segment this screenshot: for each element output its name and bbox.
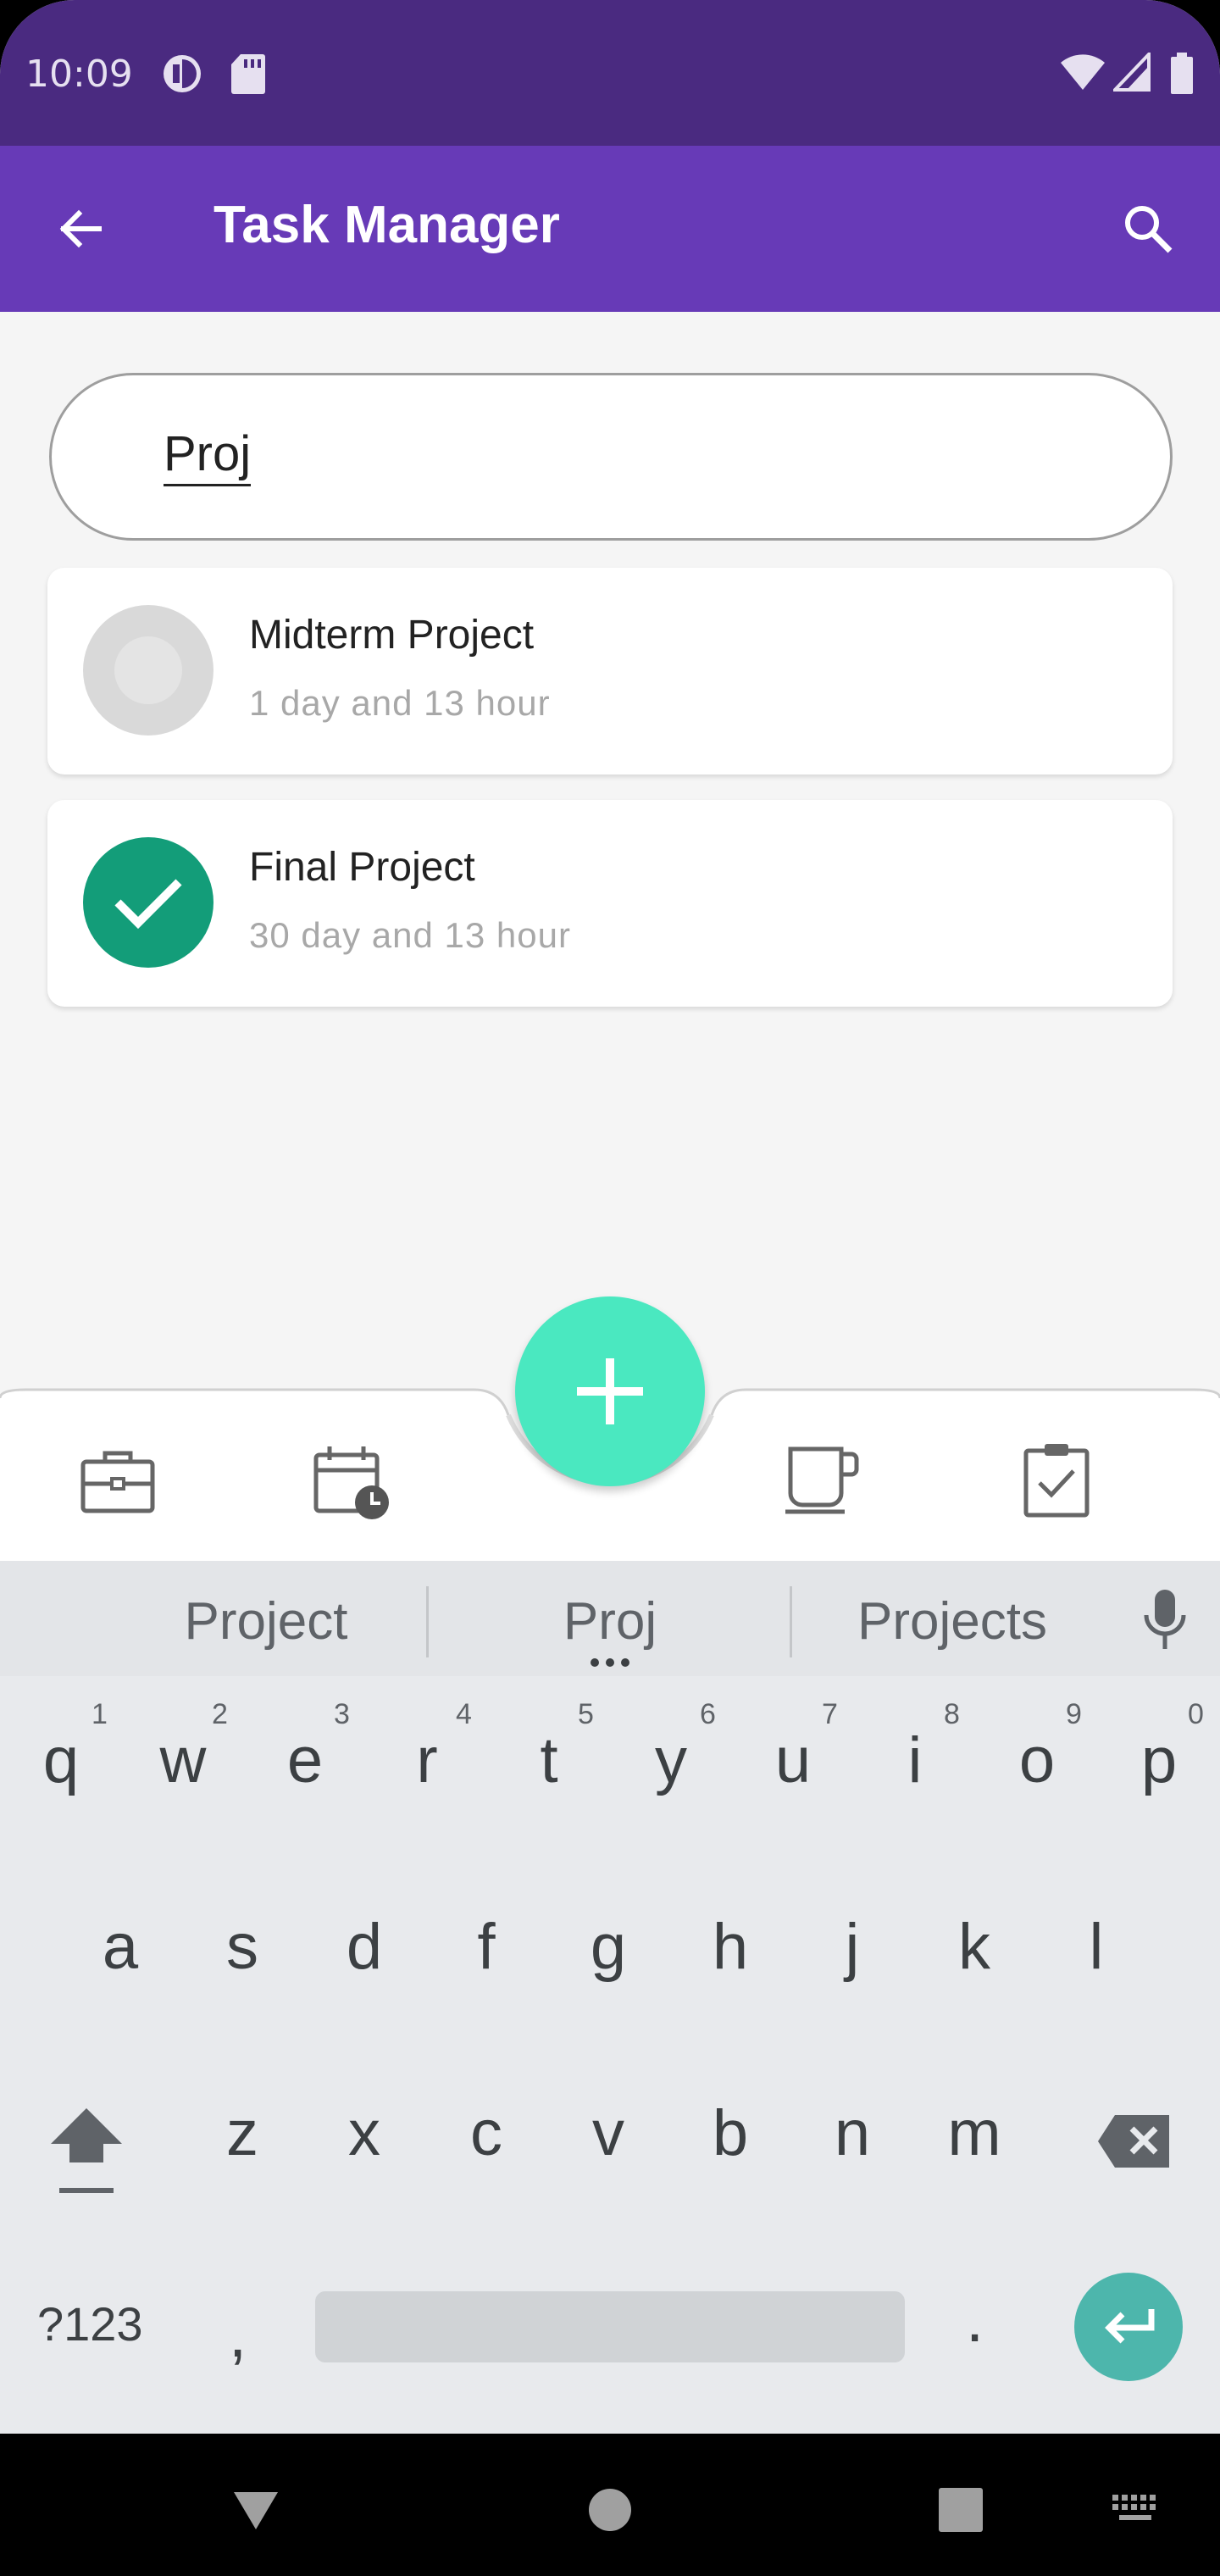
key-l[interactable]: l [1045,1910,1147,1984]
add-task-button[interactable] [515,1296,705,1486]
task-due: 1 day and 13 hour [249,683,551,723]
status-time: 10:09 [25,53,133,96]
calendar-clock-icon [313,1446,389,1519]
app-bar: Task Manager [0,146,1220,312]
circle-home-icon [589,2489,631,2531]
check-icon [114,879,182,930]
key-x[interactable]: x [313,2096,415,2170]
battery-icon [1169,53,1195,99]
key-g[interactable]: g [557,1910,659,1984]
wifi-icon [1059,53,1106,96]
shift-icon [51,2108,122,2193]
key-q[interactable]: q [10,1724,112,1797]
microphone-icon[interactable] [1140,1586,1190,1658]
data-saver-icon [161,53,203,99]
search-input-text[interactable]: Proj [164,426,252,486]
backspace-icon [1098,2115,1169,2168]
more-suggestions-indicator [586,1656,634,1667]
keyboard-switch-button[interactable] [1103,2476,1171,2544]
task-due: 30 day and 13 hour [249,915,571,955]
search-input[interactable]: Proj [49,373,1173,541]
soft-keyboard: Project Proj Projects 1 2 3 4 5 6 7 8 9 … [0,1561,1220,2434]
key-s[interactable]: s [191,1910,293,1984]
arrow-left-icon [59,209,102,248]
search-icon [1125,206,1173,253]
cell-signal-icon [1111,50,1151,96]
key-c[interactable]: c [435,2096,537,2170]
screen: 10:09 Task Manager Proj Midterm Project … [0,0,1220,2576]
enter-arrow-icon [1105,2309,1155,2344]
keyboard-icon [1112,2495,1156,2520]
key-period[interactable]: . [966,2283,984,2357]
back-button[interactable] [34,182,127,275]
symbols-key[interactable]: ?123 [37,2296,143,2351]
enter-key[interactable] [1074,2273,1183,2381]
key-a[interactable]: a [69,1910,171,1984]
task-status-pending[interactable] [83,605,214,736]
plus-icon [577,1358,643,1424]
key-v[interactable]: v [557,2096,659,2170]
briefcase-icon [80,1451,155,1513]
coffee-cup-icon [785,1446,859,1514]
key-z[interactable]: z [191,2096,293,2170]
system-nav-bar [0,2434,1220,2576]
key-w[interactable]: w [132,1724,234,1797]
nav-home-button[interactable] [576,2476,644,2544]
square-recents-icon [939,2488,983,2532]
clipboard-check-icon [1023,1444,1090,1518]
backspace-key[interactable] [1096,2113,1173,2174]
suggestion-3[interactable]: Projects [851,1591,1054,1652]
key-n[interactable]: n [801,2096,903,2170]
key-r[interactable]: r [376,1724,478,1797]
search-button[interactable] [1101,182,1195,275]
task-title: Final Project [249,845,475,890]
suggestion-1[interactable]: Project [181,1591,351,1652]
task-card-final[interactable]: Final Project 30 day and 13 hour [47,800,1173,1007]
page-title: Task Manager [214,196,560,254]
key-f[interactable]: f [435,1910,537,1984]
nav-recents-button[interactable] [927,2476,995,2544]
key-o[interactable]: o [986,1724,1088,1797]
nav-back-button[interactable] [222,2476,290,2544]
key-m[interactable]: m [923,2096,1025,2170]
suggestion-bar: Project Proj Projects [0,1561,1220,1676]
sd-card-icon [230,53,266,99]
key-t[interactable]: t [498,1724,600,1797]
nav-break[interactable] [775,1434,868,1527]
space-key[interactable] [315,2291,905,2362]
key-b[interactable]: b [679,2096,781,2170]
task-status-done[interactable] [83,837,214,968]
status-bar: 10:09 [0,0,1220,146]
nav-scheduled[interactable] [305,1434,398,1527]
key-comma[interactable]: , [229,2298,247,2372]
key-j[interactable]: j [801,1910,903,1984]
nav-completed[interactable] [1010,1434,1103,1527]
key-p[interactable]: p [1108,1724,1210,1797]
key-h[interactable]: h [679,1910,781,1984]
key-y[interactable]: y [620,1724,722,1797]
key-e[interactable]: e [254,1724,356,1797]
shift-key[interactable] [46,2103,127,2201]
triangle-down-icon [234,2492,278,2529]
task-title: Midterm Project [249,613,535,658]
key-u[interactable]: u [742,1724,844,1797]
suggestion-2[interactable]: Proj [525,1591,695,1652]
nav-briefcase[interactable] [71,1434,164,1527]
key-d[interactable]: d [313,1910,415,1984]
key-k[interactable]: k [923,1910,1025,1984]
key-i[interactable]: i [864,1724,966,1797]
task-card-midterm[interactable]: Midterm Project 1 day and 13 hour [47,568,1173,774]
